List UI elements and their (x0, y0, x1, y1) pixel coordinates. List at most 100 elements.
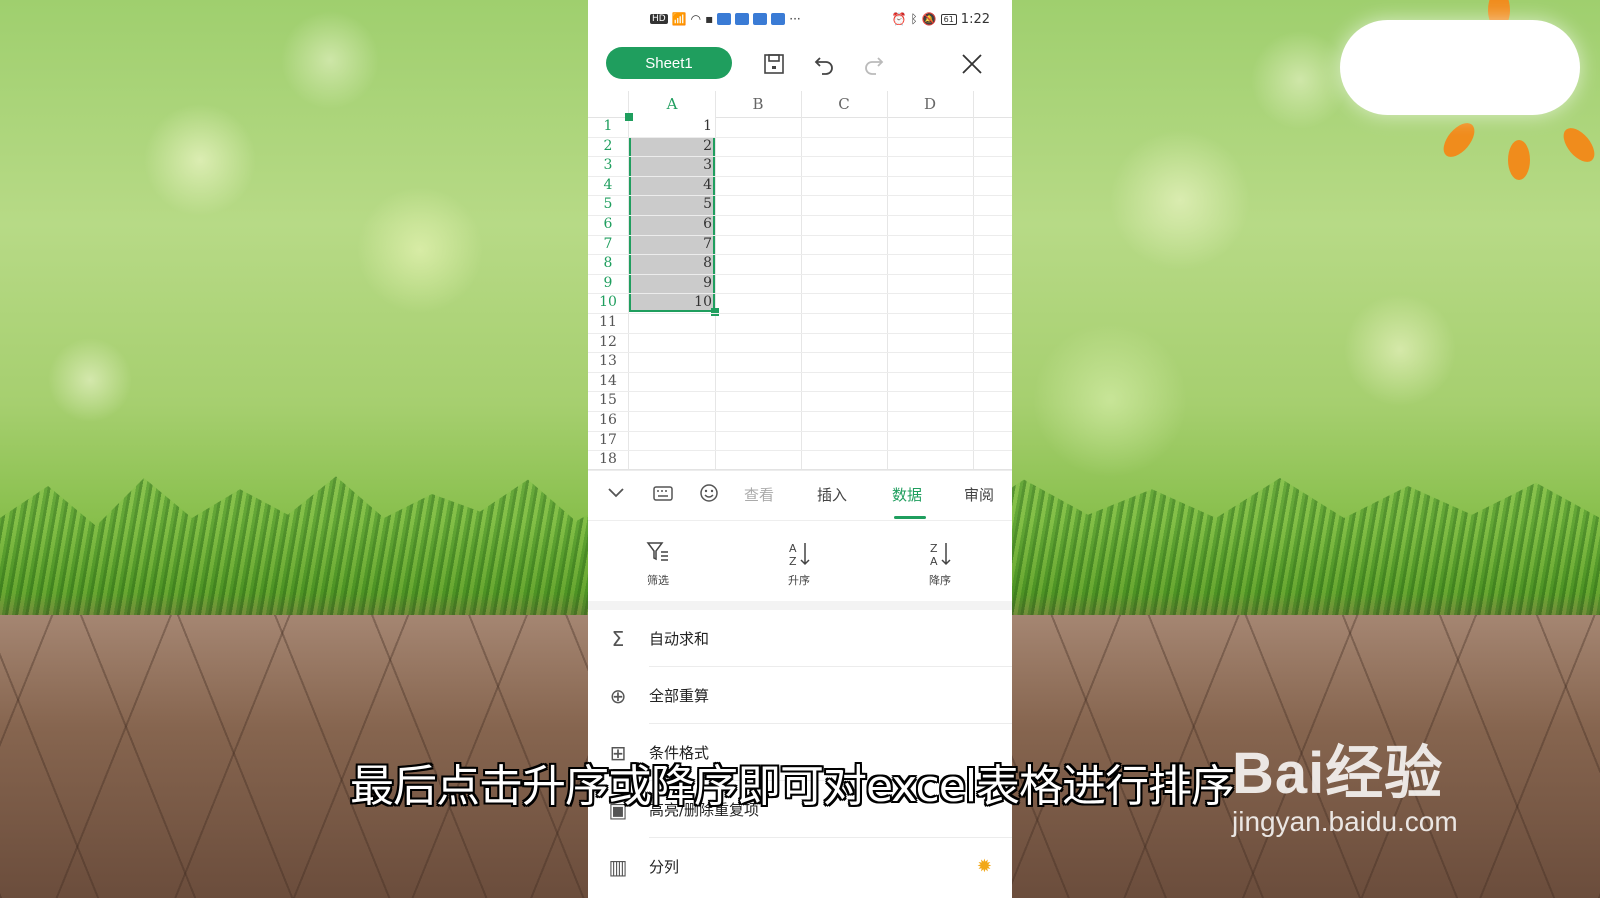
filter-button[interactable]: 筛选 (618, 540, 698, 588)
table-row: 88 (588, 254, 1012, 275)
svg-text:Z: Z (789, 555, 797, 568)
section-divider (588, 601, 1012, 610)
wifi-icon: ◠ (690, 12, 702, 26)
tab-active-indicator (894, 516, 926, 519)
sigma-icon: Σ (611, 626, 625, 651)
status-bar: HD 📶 ◠ ▪ ··· ⏰ ᛒ 🔕 61 1:22 (588, 0, 1012, 38)
status-right: ⏰ ᛒ 🔕 61 1:22 (892, 12, 991, 27)
undo-icon[interactable] (810, 50, 838, 78)
sort-ascending-button[interactable]: AZ 升序 (759, 540, 839, 588)
close-icon[interactable] (958, 50, 986, 78)
cell-a-value[interactable]: 4 (630, 177, 712, 193)
sun-ray (1508, 140, 1530, 180)
sort-ascending-label: 升序 (788, 574, 810, 587)
column-header-c[interactable]: C (801, 95, 887, 113)
row-number[interactable]: 17 (588, 432, 628, 448)
filter-icon (618, 540, 698, 568)
status-time: 1:22 (960, 11, 990, 27)
cell-a-value[interactable]: 9 (630, 275, 712, 291)
tab-view[interactable]: 查看 (744, 484, 774, 505)
column-header-row: A B C D (588, 91, 1012, 118)
table-row: 22 (588, 137, 1012, 158)
sort-descending-button[interactable]: ZA 降序 (900, 540, 980, 588)
save-icon[interactable] (760, 50, 788, 78)
column-header-d[interactable]: D (887, 95, 973, 113)
row-number[interactable]: 8 (588, 255, 628, 271)
row-number[interactable]: 14 (588, 373, 628, 389)
menu-item-recalc-all[interactable]: ⊕ 全部重算 (588, 667, 1012, 724)
ribbon-tab-bar: 查看 插入 数据 审阅 (588, 469, 1012, 521)
alarm-icon: ⏰ (891, 12, 907, 26)
row-number[interactable]: 15 (588, 392, 628, 408)
cell-a-value[interactable]: 7 (630, 236, 712, 252)
bluetooth-icon: ᛒ (910, 12, 918, 26)
row-number[interactable]: 2 (588, 138, 628, 154)
svg-text:A: A (930, 555, 938, 568)
emoji-icon[interactable] (698, 482, 720, 509)
signal-icon: 📶 (671, 12, 687, 26)
split-column-icon: ▥ (608, 854, 628, 879)
sort-descending-icon: ZA (900, 540, 980, 568)
table-row: 99 (588, 274, 1012, 295)
column-header-b[interactable]: B (715, 95, 801, 113)
svg-text:Z: Z (930, 542, 938, 555)
cell-a-value[interactable]: 8 (630, 255, 712, 271)
table-row: 15 (588, 391, 1012, 412)
watermark-brand: Bai经验 (1232, 741, 1444, 806)
cell-a-value[interactable]: 5 (630, 196, 712, 212)
cell-a-value[interactable]: 2 (630, 138, 712, 154)
column-header-a[interactable]: A (629, 95, 715, 113)
table-row: 66 (588, 215, 1012, 236)
menu-item-split-column[interactable]: ▥ 分列 ✹ (588, 838, 1012, 895)
row-number[interactable]: 12 (588, 334, 628, 350)
status-left: HD 📶 ◠ ▪ ··· (650, 12, 801, 26)
table-row: 13 (588, 352, 1012, 373)
sun-ray (1437, 117, 1481, 163)
row-number[interactable]: 13 (588, 353, 628, 369)
table-row: 14 (588, 372, 1012, 393)
menu-item-auto-sum[interactable]: Σ 自动求和 (588, 610, 1012, 667)
row-number[interactable]: 3 (588, 157, 628, 173)
table-row: 18 (588, 450, 1012, 471)
toolbar: Sheet1 (588, 38, 1012, 90)
redo-icon[interactable] (860, 50, 888, 78)
table-row: 11 (588, 117, 1012, 138)
row-number[interactable]: 6 (588, 216, 628, 232)
tab-review[interactable]: 审阅 (964, 484, 994, 505)
app-icon (735, 13, 750, 25)
row-number[interactable]: 11 (588, 314, 628, 330)
table-row: 10 10 (588, 293, 1012, 314)
menu-item-label: 全部重算 (649, 687, 710, 705)
tab-insert[interactable]: 插入 (817, 484, 847, 505)
table-row: 16 (588, 411, 1012, 432)
spreadsheet-grid[interactable]: A B C D 1 1 2 2 3 3 4 4 5 5 6 6 7 7 8 8 9 9 10 10 11 12 13 14 15… (588, 91, 1012, 471)
cell-a-value[interactable]: 1 (630, 118, 712, 134)
cell-a-value[interactable]: 3 (630, 157, 712, 173)
app-icon (771, 13, 786, 25)
app-icon (717, 13, 732, 25)
cell-a-value[interactable]: 10 (630, 294, 712, 310)
battery-icon: 61 (940, 13, 957, 25)
cell-a-value[interactable]: 6 (630, 216, 712, 232)
row-number[interactable]: 5 (588, 196, 628, 212)
chevron-down-icon[interactable] (606, 482, 626, 507)
recalc-icon: ⊕ (609, 683, 627, 708)
keyboard-icon[interactable] (652, 482, 674, 509)
subtitle-caption: 最后点击升序或降序即可对excel表格进行排序 (350, 761, 1235, 812)
lightbulb-icon[interactable]: ✹ (977, 856, 992, 877)
watermark-url: jingyan.baidu.com (1232, 806, 1458, 837)
hd-badge: HD (650, 14, 668, 24)
sheet-tab-button[interactable]: Sheet1 (606, 47, 732, 79)
cloud-decoration (1340, 20, 1580, 115)
baidu-watermark: Bai经验 jingyan.baidu.com (1232, 726, 1458, 838)
row-number[interactable]: 1 (588, 118, 628, 134)
row-number[interactable]: 16 (588, 412, 628, 428)
filter-label: 筛选 (647, 574, 669, 587)
row-number[interactable]: 10 (588, 294, 628, 310)
row-number[interactable]: 9 (588, 275, 628, 291)
row-number[interactable]: 4 (588, 177, 628, 193)
table-row: 55 (588, 195, 1012, 216)
row-number[interactable]: 7 (588, 236, 628, 252)
tab-data[interactable]: 数据 (892, 484, 922, 505)
row-number[interactable]: 18 (588, 451, 628, 467)
